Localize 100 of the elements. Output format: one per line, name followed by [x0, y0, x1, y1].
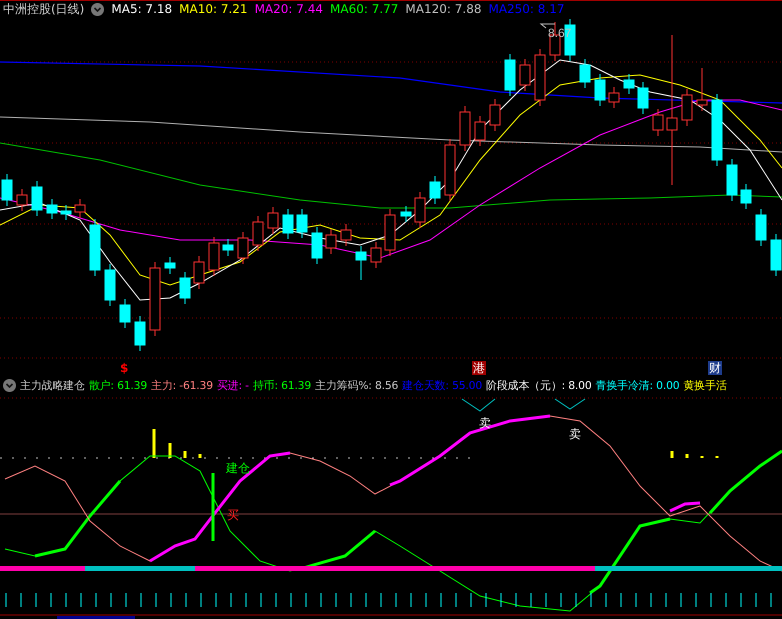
candlestick: [580, 58, 590, 88]
moving-average-value: MA10: 7.21: [179, 2, 248, 17]
candlestick: [384, 208, 396, 256]
moving-average-value: MA120: 7.88: [405, 2, 482, 17]
signal-label: 卖: [479, 416, 491, 430]
candlestick: [504, 54, 516, 96]
candlestick: [268, 206, 278, 234]
signal-label: 卖: [569, 427, 581, 441]
candlestick: [326, 228, 336, 254]
tick-mark: [530, 592, 532, 608]
sell-signal-mark: [462, 398, 496, 412]
candlestick: [696, 68, 708, 112]
tick-mark: [710, 592, 712, 608]
indicator-value: 阶段成本（元）: 8.00: [486, 378, 592, 392]
tick-mark: [290, 592, 292, 608]
indicator-value: 建仓天数: 55.00: [402, 378, 482, 392]
candlestick: [32, 180, 42, 216]
candlestick: [624, 74, 634, 94]
dropdown-icon[interactable]: [91, 3, 104, 16]
indicator-value: 青换手冷清: 0.00: [596, 378, 680, 392]
volume-bar: [670, 451, 674, 458]
tick-mark: [590, 592, 592, 608]
indicator-value: 持币: 61.39: [252, 378, 312, 392]
tick-mark: [680, 592, 682, 608]
tick-mark: [740, 592, 742, 608]
candlestick: [340, 224, 352, 246]
tick-mark: [410, 592, 412, 608]
event-marker[interactable]: 港: [472, 361, 486, 375]
volume-bar: [198, 454, 202, 458]
tick-mark: [200, 592, 202, 608]
volume-bar: [168, 443, 172, 458]
indicator-name: 主力战略建仓: [20, 378, 85, 392]
volume-bar: [184, 451, 186, 458]
candlestick: [208, 236, 220, 276]
candlestick: [296, 208, 308, 238]
candlestick: [222, 238, 234, 256]
candlestick: [120, 298, 130, 328]
sell-signal-mark: [554, 398, 586, 410]
tick-mark: [110, 592, 112, 608]
candlestick: [90, 218, 100, 276]
tick-mark: [50, 592, 52, 608]
tick-mark: [620, 592, 622, 608]
tick-mark: [230, 592, 232, 608]
moving-average-value: MA5: 7.18: [111, 2, 172, 17]
candlestick: [252, 216, 264, 252]
candlestick: [608, 86, 620, 108]
candlestick: [238, 232, 248, 264]
indicator-value: 买进: -: [216, 378, 249, 392]
candlestick: [652, 108, 664, 136]
candlestick: [194, 256, 204, 290]
candlestick: [180, 272, 190, 304]
stock-title: 中洲控股(日线): [3, 1, 84, 18]
candlestick: [770, 234, 782, 276]
tick-mark: [650, 592, 652, 608]
candlestick: [312, 226, 322, 264]
signal-label: 买: [227, 508, 239, 522]
candlestick: [474, 116, 486, 146]
buy-signal-bar: [212, 473, 214, 541]
indicator-value: 黄换手活: [683, 378, 727, 392]
candlestick: [756, 208, 766, 246]
candlestick: [726, 158, 738, 202]
moving-average-value: MA250: 8.17: [488, 2, 565, 17]
candlestick: [430, 176, 440, 204]
tick-mark: [350, 592, 352, 608]
candlestick: [414, 192, 426, 228]
tick-mark: [170, 592, 172, 608]
candlestick: [134, 316, 146, 352]
indicator-value: 主力筹码%: 8.56: [315, 378, 398, 392]
tick-mark: [380, 592, 382, 608]
candlestick: [740, 184, 752, 210]
candlestick: [400, 206, 412, 222]
candlestick: [60, 204, 72, 220]
candlestick: [370, 242, 382, 268]
indicator-value: 散户: 61.39: [88, 378, 147, 392]
candlestick: [2, 174, 12, 206]
candlestick: [444, 138, 456, 202]
candlestick: [682, 88, 692, 126]
candlestick: [520, 58, 530, 92]
candlestick: [534, 48, 546, 106]
moving-average-value: MA20: 7.44: [254, 2, 323, 17]
event-marker[interactable]: 财: [708, 361, 722, 375]
candlestick: [594, 74, 606, 106]
tick-mark: [500, 592, 502, 608]
moving-average-value: MA60: 7.77: [330, 2, 398, 17]
candlestick: [74, 198, 86, 218]
tick-mark: [320, 592, 322, 608]
candlestick: [638, 82, 648, 114]
candlestick: [356, 246, 366, 280]
leader-line: [540, 24, 556, 28]
event-marker[interactable]: $: [120, 361, 128, 375]
volume-bar: [686, 454, 688, 458]
tick-mark: [770, 592, 772, 608]
candlestick: [490, 98, 500, 132]
tick-mark: [440, 592, 442, 608]
candlestick: [460, 106, 470, 152]
signal-label: 建仓: [226, 461, 250, 475]
tick-mark: [140, 592, 142, 608]
tick-mark: [470, 592, 472, 608]
tick-mark: [80, 592, 82, 608]
dropdown-icon[interactable]: [3, 378, 16, 392]
